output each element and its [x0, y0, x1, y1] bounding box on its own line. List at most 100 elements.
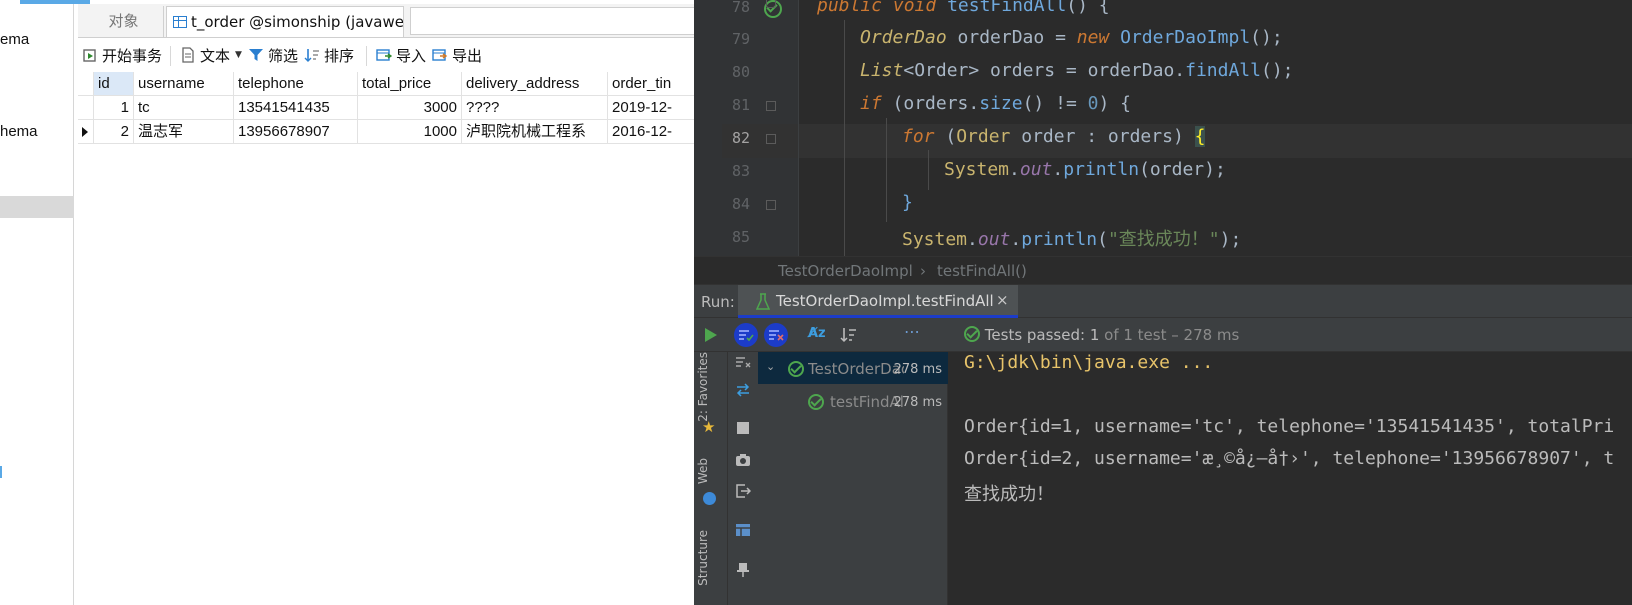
code-line-79: OrderDao orderDao = new OrderDaoImpl(); [860, 27, 1283, 48]
show-passed-icon[interactable] [734, 323, 758, 347]
code-line-82: for (Order order : orders) { [902, 126, 1206, 147]
column-header-order-time[interactable]: order_tin [608, 72, 694, 96]
console-line: G:\jdk\bin\java.exe ... [964, 352, 1214, 373]
text-button[interactable]: 文本 ▼ [180, 45, 242, 65]
web-globe-icon [703, 492, 716, 505]
export-button[interactable]: 导出 [432, 45, 482, 65]
console-output[interactable]: G:\jdk\bin\java.exe ... Order{id=1, user… [948, 352, 1632, 605]
fold-marker-icon[interactable] [766, 101, 776, 111]
tests-passed-icon [964, 326, 980, 342]
cell-order-time[interactable]: 2019-12- [608, 96, 694, 120]
column-header-total-price[interactable]: total_price [358, 72, 462, 96]
run-tab[interactable]: TestOrderDaoImpl.testFindAll × [738, 285, 1018, 318]
breadcrumb-class[interactable]: TestOrderDaoImpl [778, 262, 913, 280]
row-marker[interactable] [78, 96, 94, 120]
favorites-tab[interactable]: 2: Favorites [696, 352, 710, 422]
test-class-name: TestOrderDac [808, 360, 904, 378]
line-number: 81 [731, 96, 750, 114]
tab-objects[interactable]: 对象 [84, 6, 164, 37]
filter-icon [248, 47, 264, 63]
camera-icon[interactable] [735, 452, 751, 471]
column-header-username[interactable]: username [134, 72, 234, 96]
line-number: 78 [731, 0, 750, 16]
column-header-telephone[interactable]: telephone [234, 72, 358, 96]
tab-bar-blank [410, 7, 695, 35]
cell-id[interactable]: 2 [94, 120, 134, 144]
test-flask-icon [755, 293, 771, 315]
tab-t-order[interactable]: t_order @simonship (javawe... [166, 6, 404, 37]
cell-total-price[interactable]: 1000 [358, 120, 462, 144]
run-toolbar: A̸z ⋯ Tests passed: 1 of 1 test – 278 ms [694, 318, 1632, 352]
sort-button[interactable]: 排序 [304, 45, 354, 65]
code-line-78: public void testFindAll() { [817, 0, 1110, 16]
ide-window: 78 79 80 81 82 83 84 85 public void test… [694, 0, 1632, 605]
show-ignored-icon[interactable] [764, 323, 788, 347]
cell-delivery-address[interactable]: 泸职院机械工程系 [462, 120, 608, 144]
import-button[interactable]: 导入 [376, 45, 426, 65]
chevron-down-icon: ⌄ [766, 360, 776, 373]
rerun-icon[interactable] [704, 327, 718, 347]
line-number: 80 [731, 63, 750, 81]
more-icon[interactable]: ⋯ [904, 322, 920, 341]
cell-order-time[interactable]: 2016-12- [608, 120, 694, 144]
line-number: 83 [731, 162, 750, 180]
close-icon[interactable]: × [996, 291, 1009, 309]
line-number: 79 [731, 30, 750, 48]
layout-icon[interactable] [735, 522, 751, 541]
star-icon: ★ [702, 418, 716, 436]
nav-top-strip [0, 0, 90, 4]
cell-id[interactable]: 1 [94, 96, 134, 120]
cell-total-price[interactable]: 3000 [358, 96, 462, 120]
tests-passed-detail: of 1 test – 278 ms [1099, 326, 1240, 344]
cell-username[interactable]: tc [134, 96, 234, 120]
cell-username[interactable]: 温志军 [134, 120, 234, 144]
web-tab[interactable]: Web [696, 458, 710, 484]
cell-telephone[interactable]: 13956678907 [234, 120, 358, 144]
cell-delivery-address[interactable]: ???? [462, 96, 608, 120]
breadcrumb-method[interactable]: testFindAll() [937, 262, 1027, 280]
structure-tab[interactable]: Structure [696, 530, 710, 586]
database-tool-window: ema hema 对象 t_order @simonship (javawe..… [0, 0, 695, 605]
stop-icon[interactable] [737, 422, 749, 434]
row-header-corner [78, 72, 94, 96]
test-class-time: 278 ms [893, 362, 942, 377]
code-editor[interactable]: 78 79 80 81 82 83 84 85 public void test… [694, 0, 1632, 256]
transaction-icon [82, 47, 98, 63]
sort-duration-icon[interactable] [840, 326, 858, 348]
console-line: Order{id=2, username='æ¸©å¿—å†›', teleph… [964, 448, 1615, 469]
export-label: 导出 [452, 46, 483, 65]
fold-marker-icon[interactable] [766, 200, 776, 210]
filter-button[interactable]: 筛选 [248, 45, 298, 65]
nav-item-schema-2[interactable]: hema [0, 123, 38, 140]
pin-icon[interactable] [736, 562, 750, 582]
code-line-85: System.out.println("查找成功！"); [902, 229, 1242, 250]
nav-marker [0, 466, 2, 478]
current-row-arrow-icon [82, 127, 88, 137]
row-marker-current[interactable] [78, 120, 94, 144]
test-passed-icon [788, 361, 804, 377]
begin-transaction-button[interactable]: 开始事务 [82, 45, 162, 65]
sort-alpha-icon[interactable]: A̸z [808, 326, 826, 341]
column-header-id[interactable]: id [94, 72, 134, 96]
test-passed-icon [808, 394, 824, 410]
navigation-pane: ema hema [0, 0, 90, 605]
console-line: 查找成功！ [964, 484, 1054, 505]
code-line-81: if (orders.size() != 0) { [860, 93, 1131, 114]
console-line: Order{id=1, username='tc', telephone='13… [964, 416, 1615, 437]
toggle-auto-test-icon[interactable] [735, 382, 751, 401]
fold-marker-icon[interactable] [766, 134, 776, 144]
sort-icon [304, 47, 320, 63]
test-tree-class-row[interactable]: ⌄ TestOrderDac 278 ms [758, 352, 948, 384]
table-icon [173, 16, 187, 28]
exit-icon[interactable] [735, 483, 752, 503]
import-label: 导入 [396, 46, 427, 65]
cell-telephone[interactable]: 13541541435 [234, 96, 358, 120]
test-tree-method-row[interactable]: testFindAll 278 ms [758, 385, 948, 417]
column-header-delivery-address[interactable]: delivery_address [462, 72, 608, 96]
test-tree: ⌄ TestOrderDac 278 ms testFindAll 278 ms [758, 352, 948, 605]
fold-marker-icon[interactable] [766, 0, 776, 8]
collapse-list-icon[interactable] [735, 354, 751, 373]
run-tool-header: Run: TestOrderDaoImpl.testFindAll × [694, 284, 1632, 318]
nav-selected-row[interactable] [0, 196, 74, 218]
nav-item-schema-1[interactable]: ema [0, 31, 29, 48]
